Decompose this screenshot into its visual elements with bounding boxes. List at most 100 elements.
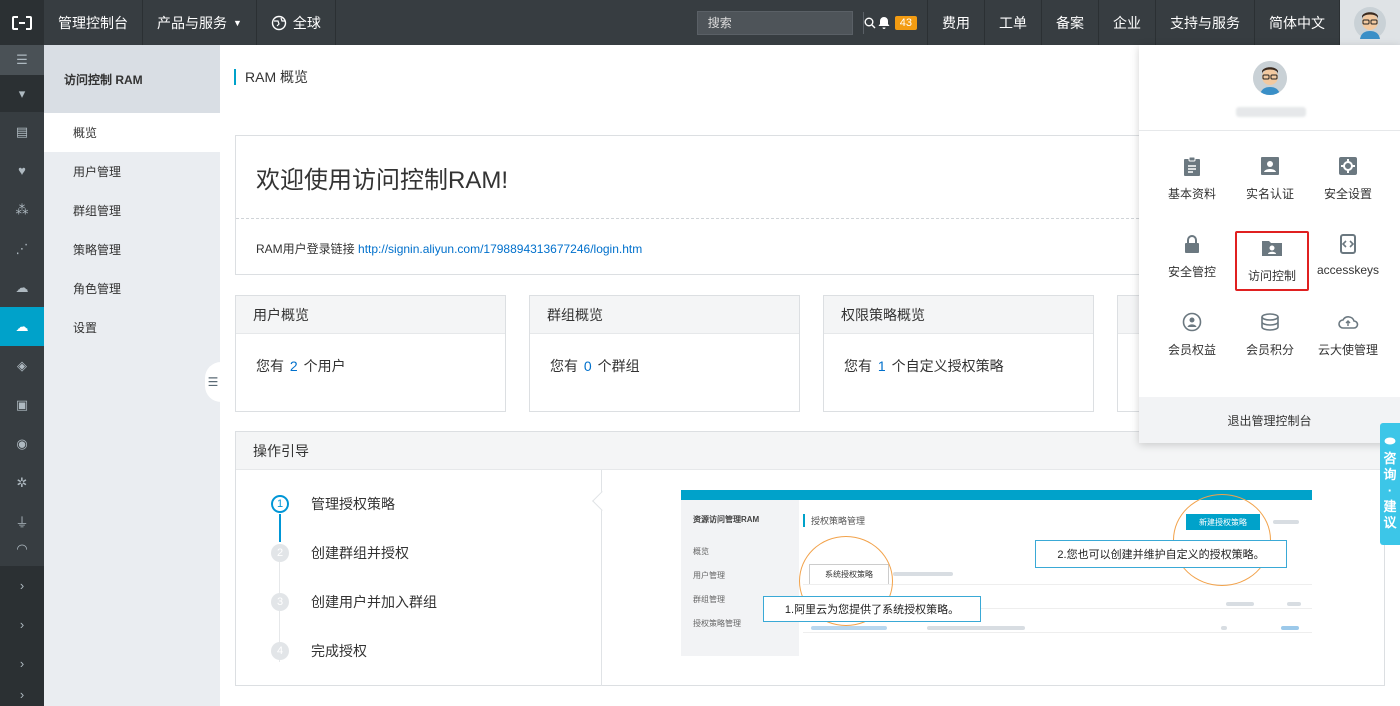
star-network-icon[interactable]: ✲ [0, 463, 44, 502]
notification-badge: 43 [894, 15, 917, 30]
menu-member-points[interactable]: 会员积分 [1231, 311, 1309, 373]
chevron-right-icon[interactable]: › [0, 566, 44, 605]
globe-icon [271, 15, 287, 30]
nav-tickets[interactable]: 工单 [985, 0, 1042, 45]
user-count-link[interactable]: 2 [290, 358, 298, 374]
chevron-right-icon[interactable]: › [0, 644, 44, 683]
heart-shield-icon[interactable]: ♥ [0, 151, 44, 190]
ram-sidebar: 访问控制 RAM 概览 用户管理 群组管理 策略管理 角色管理 设置 [44, 45, 220, 706]
menu-access-control[interactable]: 访问控制 [1235, 231, 1309, 291]
search-box [696, 10, 876, 35]
guide-steps: 1 管理授权策略 2 创建群组并授权 3 创建用户并加入群组 4 完成授权 [236, 470, 602, 686]
illus-page-title: 授权策略管理 [803, 514, 865, 527]
nav-language-label: 简体中文 [1269, 14, 1325, 31]
menu-basic-info[interactable]: 基本资料 [1153, 155, 1231, 217]
folder-user-icon [1261, 237, 1283, 259]
sidebar-item-users[interactable]: 用户管理 [44, 152, 220, 191]
step-progress-line [279, 514, 281, 542]
products-menu[interactable]: 产品与服务 ▼ [143, 0, 257, 45]
divider [1139, 130, 1400, 131]
stack-icon[interactable]: ◈ [0, 346, 44, 385]
caret-down-icon[interactable]: ▾ [0, 75, 44, 112]
step-label: 创建用户并加入群组 [311, 594, 437, 610]
consult-feedback-tab[interactable]: 咨 询 · 建 议 [1380, 423, 1400, 545]
menu-toggle-icon[interactable]: ☰ [0, 45, 44, 75]
nav-billing[interactable]: 费用 [928, 0, 985, 45]
blurred-text [1226, 602, 1254, 606]
sidebar-item-groups[interactable]: 群组管理 [44, 191, 220, 230]
step-number: 4 [271, 642, 289, 660]
dropdown-avatar [1253, 61, 1287, 95]
cloud-icon [1337, 311, 1359, 333]
blurred-text [811, 626, 887, 630]
console-link[interactable]: 管理控制台 [44, 0, 143, 45]
card-title: 群组概览 [530, 296, 799, 334]
blurred-text [893, 572, 953, 576]
server-icon[interactable]: ▤ [0, 112, 44, 151]
sidebar-item-policies[interactable]: 策略管理 [44, 230, 220, 269]
menu-accesskeys[interactable]: accesskeys [1309, 233, 1387, 295]
chevron-right-icon[interactable]: › [0, 683, 44, 706]
step-item[interactable]: 2 创建群组并授权 [271, 543, 409, 563]
nav-enterprise[interactable]: 企业 [1099, 0, 1156, 45]
menu-label: 安全管控 [1167, 265, 1216, 279]
menu-label: 安全设置 [1323, 187, 1372, 201]
step-item[interactable]: 4 完成授权 [271, 641, 367, 661]
nav-support[interactable]: 支持与服务 [1156, 0, 1255, 45]
illus-sidebar: 资源访问管理RAM 概览 用户管理 群组管理 授权策略管理 [681, 500, 799, 656]
share-nodes-icon[interactable]: ⋰ [0, 229, 44, 268]
nav-language[interactable]: 简体中文 [1255, 0, 1340, 45]
chevron-right-icon[interactable]: › [0, 605, 44, 644]
eye-icon[interactable]: ◉ [0, 424, 44, 463]
building-icon[interactable]: ⏚ [0, 502, 44, 541]
card-title: 权限策略概览 [824, 296, 1093, 334]
aliyun-logo-icon[interactable] [0, 0, 44, 45]
group-count-link[interactable]: 0 [584, 358, 592, 374]
menu-cloud-ambassador[interactable]: 云大使管理 [1309, 311, 1387, 373]
blurred-username [1236, 107, 1306, 117]
network-icon[interactable]: ⁂ [0, 190, 44, 229]
logout-button[interactable]: 退出管理控制台 [1139, 397, 1400, 443]
search-input[interactable] [697, 11, 863, 34]
region-selector[interactable]: 全球 [257, 0, 336, 45]
gauge-icon[interactable]: ◠ [0, 541, 44, 556]
illus-side-item: 概览 [693, 547, 709, 556]
sidebar-item-overview[interactable]: 概览 [44, 113, 220, 152]
menu-security-control[interactable]: 安全管控 [1153, 233, 1231, 295]
lock-icon [1181, 233, 1203, 255]
card-text-pre: 您有 [844, 358, 872, 374]
sidebar-item-settings[interactable]: 设置 [44, 308, 220, 347]
sidebar-item-roles[interactable]: 角色管理 [44, 269, 220, 308]
groups-overview-card: 群组概览 您有 0 个群组 [529, 295, 800, 412]
card-title: 用户概览 [236, 296, 505, 334]
chip-icon[interactable]: ▣ [0, 385, 44, 424]
step-number: 3 [271, 593, 289, 611]
region-label: 全球 [292, 14, 321, 31]
cloud-storage-icon[interactable]: ☁ [0, 268, 44, 307]
menu-label: accesskeys [1316, 263, 1380, 277]
login-link-label: RAM用户登录链接 [256, 242, 355, 256]
menu-label: 会员权益 [1167, 343, 1216, 357]
cloud-ram-icon[interactable]: ☁ [0, 307, 44, 346]
menu-member-benefits[interactable]: 会员权益 [1153, 311, 1231, 373]
user-avatar[interactable] [1340, 0, 1400, 45]
menu-label: 访问控制 [1247, 269, 1296, 283]
step-item[interactable]: 1 管理授权策略 [271, 494, 395, 514]
nav-billing-label: 费用 [942, 14, 970, 31]
key-code-icon [1337, 233, 1359, 255]
member-icon [1181, 311, 1203, 333]
menu-security-settings[interactable]: 安全设置 [1309, 155, 1387, 217]
card-body: 您有 2 个用户 [236, 334, 505, 376]
nav-icp-label: 备案 [1056, 14, 1084, 31]
nav-icp[interactable]: 备案 [1042, 0, 1099, 45]
login-url-link[interactable]: http://signin.aliyun.com/179889431367724… [358, 242, 642, 256]
operation-guide-panel: 操作引导 1 管理授权策略 2 创建群组并授权 3 创建用户并加入群组 4 完成授权 资… [235, 431, 1385, 686]
menu-real-name[interactable]: 实名认证 [1231, 155, 1309, 217]
notification-button[interactable]: 43 [867, 0, 928, 45]
step-item[interactable]: 3 创建用户并加入群组 [271, 592, 437, 612]
consult-char: 咨 [1383, 451, 1397, 466]
consult-char: 建 [1383, 499, 1397, 514]
step-label: 完成授权 [311, 643, 367, 659]
policy-count-link[interactable]: 1 [878, 358, 886, 374]
consult-char: 议 [1383, 515, 1397, 530]
